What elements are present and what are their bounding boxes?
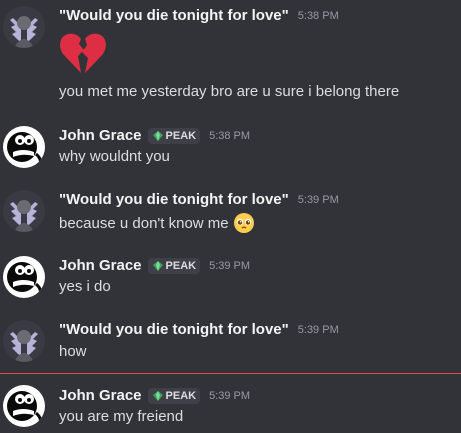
character-avatar	[3, 126, 45, 168]
message-content: why wouldnt you	[59, 148, 170, 165]
timestamp: 5:38 PM	[297, 9, 339, 22]
angel-wings-avatar	[3, 190, 45, 232]
angel-wings-avatar	[3, 320, 45, 362]
timestamp: 5:39 PM	[209, 259, 251, 272]
role-badge[interactable]: PEAK	[147, 387, 201, 404]
broken-heart-icon	[59, 31, 107, 80]
timestamp: 5:39 PM	[297, 193, 339, 206]
badge-label: PEAK	[165, 259, 197, 272]
username[interactable]: John Grace	[59, 127, 142, 144]
message-content: yes i do	[59, 278, 111, 295]
message-content: because u don't know me	[59, 212, 255, 234]
role-badge[interactable]: PEAK	[147, 127, 201, 144]
username[interactable]: "Would you die tonight for love"	[59, 191, 289, 208]
avatar[interactable]	[3, 320, 45, 362]
username[interactable]: "Would you die tonight for love"	[59, 7, 289, 24]
message-content: you are my freiend	[59, 408, 184, 425]
avatar[interactable]	[3, 190, 45, 232]
badge-label: PEAK	[165, 129, 197, 142]
timestamp: 5:38 PM	[209, 129, 251, 142]
avatar[interactable]	[3, 126, 45, 168]
avatar[interactable]	[3, 6, 45, 48]
new-messages-divider	[0, 373, 461, 374]
avatar[interactable]	[3, 256, 45, 298]
pleading-face-icon	[233, 212, 255, 234]
timestamp: 5:39 PM	[297, 323, 339, 336]
gem-icon	[152, 130, 163, 141]
gem-icon	[152, 260, 163, 271]
username[interactable]: "Would you die tonight for love"	[59, 321, 289, 338]
gem-icon	[152, 390, 163, 401]
avatar[interactable]	[3, 385, 45, 427]
role-badge[interactable]: PEAK	[147, 257, 201, 274]
username[interactable]: John Grace	[59, 387, 142, 404]
message-content: you met me yesterday bro are u sure i be…	[59, 83, 400, 100]
badge-label: PEAK	[165, 389, 197, 402]
character-avatar	[3, 385, 45, 427]
angel-wings-avatar	[3, 6, 45, 48]
message-content: how	[59, 343, 87, 360]
timestamp: 5:39 PM	[209, 389, 251, 402]
username[interactable]: John Grace	[59, 257, 142, 274]
character-avatar	[3, 256, 45, 298]
